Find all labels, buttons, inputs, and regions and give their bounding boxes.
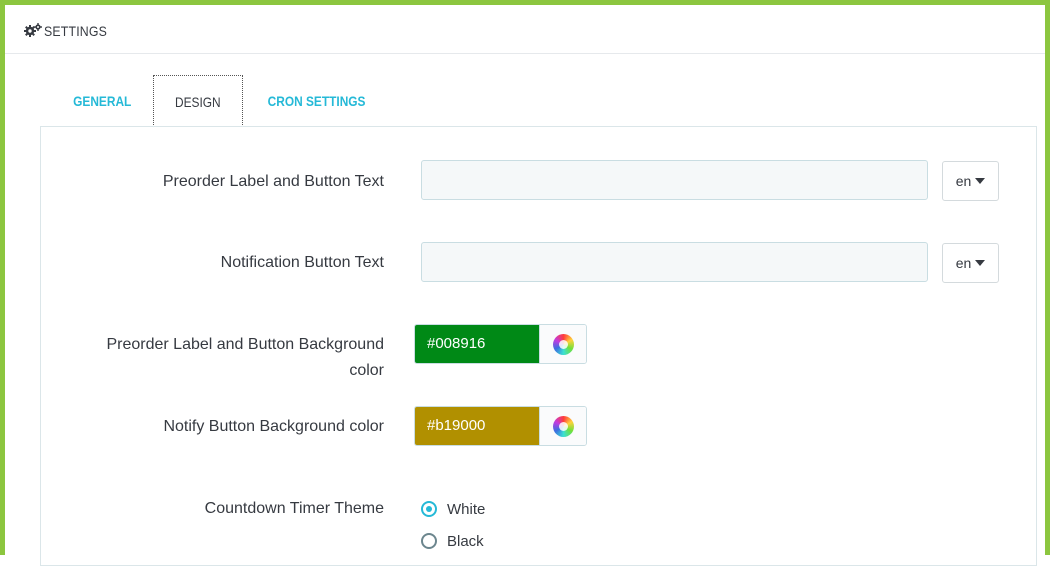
gears-icon xyxy=(24,23,42,37)
color-wheel-icon xyxy=(553,415,574,437)
preorder-text-lang-dropdown[interactable]: en xyxy=(942,161,999,201)
notify-bg-color-input[interactable]: #b19000 xyxy=(415,407,539,445)
preorder-bg-label: Preorder Label and Button Background col… xyxy=(106,336,384,379)
preorder-bg-color-picker: #008916 xyxy=(414,324,587,364)
timer-theme-label: Countdown Timer Theme xyxy=(204,500,384,517)
timer-theme-option-white[interactable]: White xyxy=(421,497,485,521)
notification-text-input[interactable] xyxy=(421,242,928,282)
tab-cron-settings[interactable]: CRON SETTINGS xyxy=(252,75,382,127)
tab-general[interactable]: GENERAL xyxy=(50,75,154,127)
notification-text-lang-dropdown[interactable]: en xyxy=(942,243,999,283)
tab-design[interactable]: DESIGN xyxy=(153,75,243,127)
preorder-bg-color-input[interactable]: #008916 xyxy=(415,325,539,363)
panel-heading: SETTINGS xyxy=(5,5,1045,54)
panel-title: SETTINGS xyxy=(44,23,108,39)
caret-down-icon xyxy=(975,260,986,266)
notification-text-label: Notification Button Text xyxy=(220,254,384,271)
tab-bar: GENERAL DESIGN CRON SETTINGS xyxy=(40,75,1040,127)
radio-button[interactable] xyxy=(421,533,437,549)
preorder-text-label: Preorder Label and Button Text xyxy=(162,173,384,190)
radio-button[interactable] xyxy=(421,501,437,517)
notify-bg-color-button[interactable] xyxy=(539,407,586,445)
caret-down-icon xyxy=(975,178,986,184)
preorder-bg-color-button[interactable] xyxy=(539,325,586,363)
settings-panel: SETTINGS GENERAL DESIGN CRON SETTINGS Pr… xyxy=(0,0,1050,566)
timer-theme-option-black[interactable]: Black xyxy=(421,529,484,553)
notify-bg-label: Notify Button Background color xyxy=(163,418,384,435)
notify-bg-color-picker: #b19000 xyxy=(414,406,587,446)
design-tab-content: Preorder Label and Button Text en Notifi… xyxy=(40,126,1037,566)
color-wheel-icon xyxy=(553,333,574,355)
preorder-text-input[interactable] xyxy=(421,160,928,200)
